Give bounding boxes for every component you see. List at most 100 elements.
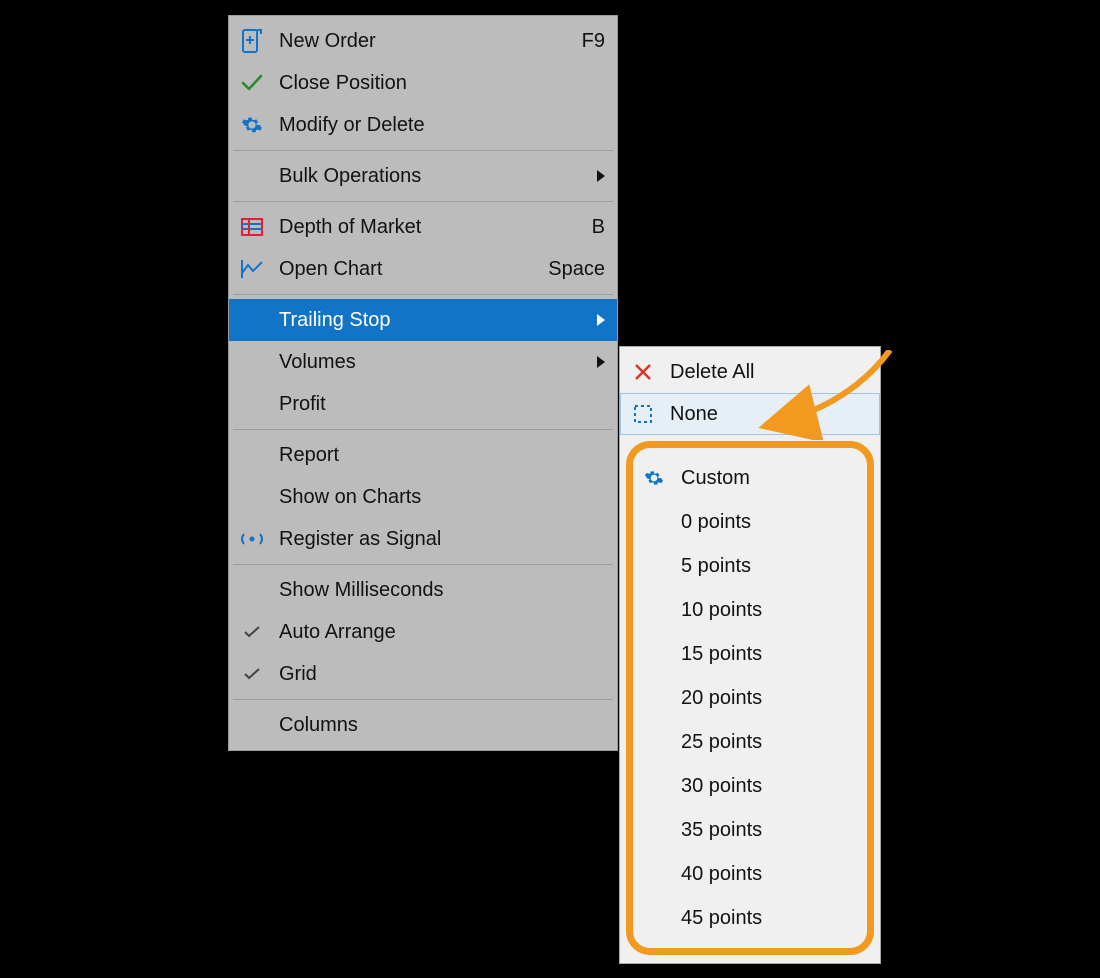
menu-label: Report	[279, 444, 605, 467]
blank-icon	[239, 712, 265, 738]
submenu-item-45-points[interactable]: 45 points	[635, 896, 865, 940]
menu-label: 10 points	[681, 599, 857, 622]
menu-label: Modify or Delete	[279, 114, 605, 137]
menu-item-volumes[interactable]: Volumes	[229, 341, 617, 383]
chevron-right-icon	[597, 314, 605, 326]
menu-separator	[233, 150, 613, 151]
menu-label: Delete All	[670, 361, 868, 384]
submenu-item-custom[interactable]: Custom	[635, 456, 865, 500]
menu-item-profit[interactable]: Profit	[229, 383, 617, 425]
blank-icon	[641, 641, 667, 667]
menu-item-trailing-stop[interactable]: Trailing Stop	[229, 299, 617, 341]
blank-icon	[239, 484, 265, 510]
menu-item-register-as-signal[interactable]: Register as Signal	[229, 518, 617, 560]
menu-label: Register as Signal	[279, 528, 605, 551]
menu-separator	[233, 429, 613, 430]
chevron-right-icon	[597, 356, 605, 368]
check-icon	[239, 70, 265, 96]
menu-separator	[233, 699, 613, 700]
blank-icon	[641, 553, 667, 579]
menu-label: 25 points	[681, 731, 857, 754]
menu-item-show-milliseconds[interactable]: Show Milliseconds	[229, 569, 617, 611]
submenu-item-none[interactable]: None	[620, 393, 880, 435]
menu-item-grid[interactable]: Grid	[229, 653, 617, 695]
blank-icon	[239, 349, 265, 375]
menu-label: Depth of Market	[279, 216, 582, 239]
x-icon	[630, 359, 656, 385]
menu-label: Bulk Operations	[279, 165, 587, 188]
menu-shortcut: B	[592, 216, 605, 239]
submenu-item-25-points[interactable]: 25 points	[635, 720, 865, 764]
menu-label: 45 points	[681, 907, 857, 930]
menu-label: 5 points	[681, 555, 857, 578]
menu-item-new-order[interactable]: New Order F9	[229, 20, 617, 62]
dashed-square-icon	[630, 401, 656, 427]
menu-label: Columns	[279, 714, 605, 737]
menu-item-modify-or-delete[interactable]: Modify or Delete	[229, 104, 617, 146]
blank-icon	[641, 773, 667, 799]
menu-label: Open Chart	[279, 258, 538, 281]
menu-separator	[233, 294, 613, 295]
menu-label: None	[670, 403, 868, 426]
blank-icon	[239, 391, 265, 417]
menu-label: Show Milliseconds	[279, 579, 605, 602]
blank-icon	[641, 861, 667, 887]
menu-separator	[233, 201, 613, 202]
menu-label: Auto Arrange	[279, 621, 605, 644]
menu-item-auto-arrange[interactable]: Auto Arrange	[229, 611, 617, 653]
menu-shortcut: Space	[548, 258, 605, 281]
menu-label: Profit	[279, 393, 605, 416]
blank-icon	[641, 685, 667, 711]
signal-icon	[239, 526, 265, 552]
blank-icon	[641, 597, 667, 623]
menu-item-open-chart[interactable]: Open Chart Space	[229, 248, 617, 290]
blank-icon	[641, 905, 667, 931]
blank-icon	[239, 163, 265, 189]
menu-item-report[interactable]: Report	[229, 434, 617, 476]
submenu-item-10-points[interactable]: 10 points	[635, 588, 865, 632]
plus-document-icon	[239, 28, 265, 54]
menu-item-show-on-charts[interactable]: Show on Charts	[229, 476, 617, 518]
menu-label: 30 points	[681, 775, 857, 798]
submenu-item-15-points[interactable]: 15 points	[635, 632, 865, 676]
menu-label: Show on Charts	[279, 486, 605, 509]
annotation-highlight-frame: Custom 0 points 5 points 10 points 15 po…	[626, 441, 874, 955]
blank-icon	[239, 442, 265, 468]
gear-icon	[239, 112, 265, 138]
menu-label: Custom	[681, 467, 857, 490]
menu-label: Volumes	[279, 351, 587, 374]
submenu-item-0-points[interactable]: 0 points	[635, 500, 865, 544]
submenu-item-5-points[interactable]: 5 points	[635, 544, 865, 588]
submenu-item-35-points[interactable]: 35 points	[635, 808, 865, 852]
blank-icon	[641, 729, 667, 755]
submenu-item-20-points[interactable]: 20 points	[635, 676, 865, 720]
trailing-stop-submenu: Delete All None Custom 0 points 5 po	[619, 346, 881, 964]
submenu-item-delete-all[interactable]: Delete All	[620, 351, 880, 393]
menu-item-depth-of-market[interactable]: Depth of Market B	[229, 206, 617, 248]
menu-shortcut: F9	[582, 30, 605, 53]
context-menu: New Order F9 Close Position Modify or De…	[228, 15, 618, 751]
blank-icon	[641, 509, 667, 535]
submenu-item-40-points[interactable]: 40 points	[635, 852, 865, 896]
menu-item-close-position[interactable]: Close Position	[229, 62, 617, 104]
chart-icon	[239, 256, 265, 282]
menu-label: Close Position	[279, 72, 605, 95]
menu-label: New Order	[279, 30, 572, 53]
menu-separator	[233, 564, 613, 565]
menu-item-bulk-operations[interactable]: Bulk Operations	[229, 155, 617, 197]
menu-label: 35 points	[681, 819, 857, 842]
chevron-right-icon	[597, 170, 605, 182]
blank-icon	[239, 577, 265, 603]
menu-item-columns[interactable]: Columns	[229, 704, 617, 746]
menu-label: 15 points	[681, 643, 857, 666]
tick-icon	[239, 619, 265, 645]
gear-icon	[641, 465, 667, 491]
menu-label: Trailing Stop	[279, 309, 587, 332]
menu-label: 0 points	[681, 511, 857, 534]
depth-of-market-icon	[239, 214, 265, 240]
submenu-item-30-points[interactable]: 30 points	[635, 764, 865, 808]
blank-icon	[239, 307, 265, 333]
menu-label: Grid	[279, 663, 605, 686]
menu-label: 40 points	[681, 863, 857, 886]
blank-icon	[641, 817, 667, 843]
